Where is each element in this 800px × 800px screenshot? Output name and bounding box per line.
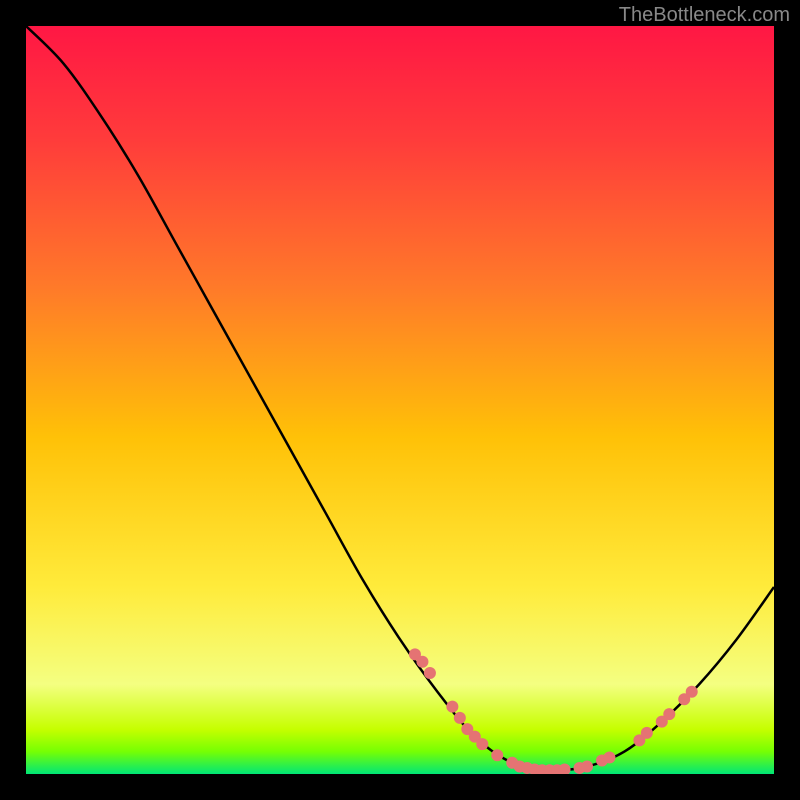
data-point: [641, 727, 653, 739]
data-point: [603, 752, 615, 764]
gradient-background: [26, 26, 774, 774]
chart-svg: [26, 26, 774, 774]
data-point: [663, 708, 675, 720]
data-point: [476, 738, 488, 750]
chart-container: TheBottleneck.com: [0, 0, 800, 800]
data-point: [424, 667, 436, 679]
watermark-text: TheBottleneck.com: [619, 4, 790, 27]
data-point: [446, 701, 458, 713]
data-point: [454, 712, 466, 724]
data-point: [686, 686, 698, 698]
data-point: [491, 749, 503, 761]
data-point: [416, 656, 428, 668]
plot-area: [26, 26, 774, 774]
data-point: [581, 761, 593, 773]
